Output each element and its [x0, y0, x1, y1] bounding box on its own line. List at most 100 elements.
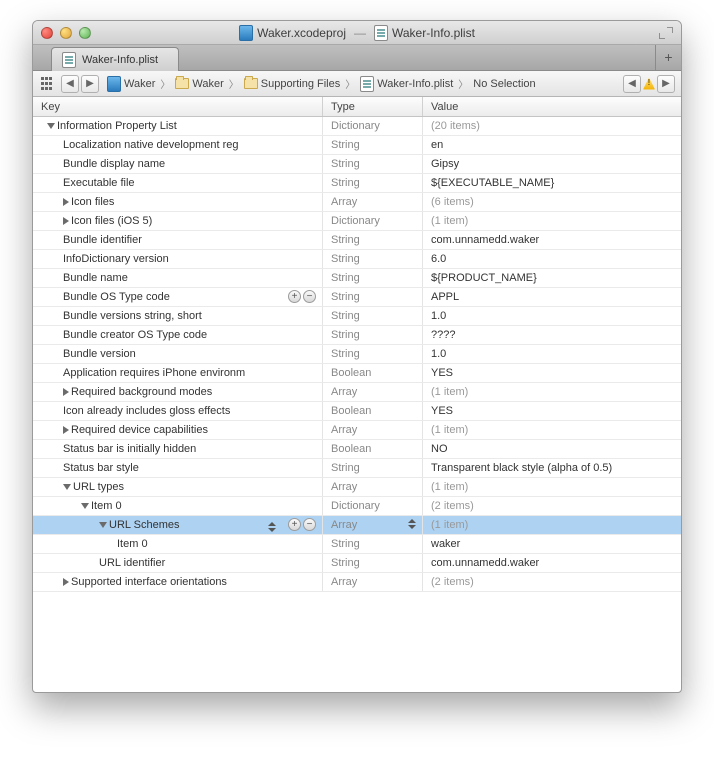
cell-value[interactable]: en — [423, 136, 681, 154]
table-row[interactable]: Information Property ListDictionary(20 i… — [33, 117, 681, 136]
cell-type[interactable]: String — [323, 554, 423, 572]
disclosure-right-icon[interactable] — [63, 198, 69, 206]
table-row[interactable]: Icon filesArray(6 items) — [33, 193, 681, 212]
cell-type[interactable]: Array — [323, 383, 423, 401]
cell-key[interactable]: Localization native development reg — [33, 136, 323, 154]
cell-type[interactable]: Array — [323, 193, 423, 211]
cell-type[interactable]: Array — [323, 573, 423, 591]
cell-value[interactable]: (1 item) — [423, 421, 681, 439]
crumb-folder[interactable]: Supporting Files — [240, 78, 345, 90]
cell-value[interactable]: NO — [423, 440, 681, 458]
close-icon[interactable] — [41, 27, 53, 39]
cell-type[interactable]: String — [323, 345, 423, 363]
cell-value[interactable]: (2 items) — [423, 497, 681, 515]
cell-value[interactable]: YES — [423, 364, 681, 382]
cell-value[interactable]: (2 items) — [423, 573, 681, 591]
column-header-key[interactable]: Key — [33, 97, 323, 116]
remove-row-button[interactable]: − — [303, 290, 316, 303]
cell-key[interactable]: Item 0 — [33, 535, 323, 553]
cell-key[interactable]: Status bar is initially hidden — [33, 440, 323, 458]
crumb-file[interactable]: Waker-Info.plist — [356, 76, 457, 92]
cell-type[interactable]: Boolean — [323, 364, 423, 382]
table-row[interactable]: Bundle display nameStringGipsy — [33, 155, 681, 174]
cell-value[interactable]: waker — [423, 535, 681, 553]
column-header-value[interactable]: Value — [423, 97, 681, 116]
cell-value[interactable]: (1 item) — [423, 383, 681, 401]
fullscreen-icon[interactable] — [659, 27, 673, 39]
cell-key[interactable]: Icon files (iOS 5) — [33, 212, 323, 230]
cell-value[interactable]: Transparent black style (alpha of 0.5) — [423, 459, 681, 477]
cell-type[interactable]: String — [323, 535, 423, 553]
table-row[interactable]: Executable fileString${EXECUTABLE_NAME} — [33, 174, 681, 193]
table-row[interactable]: Required device capabilitiesArray(1 item… — [33, 421, 681, 440]
cell-key[interactable]: Bundle identifier — [33, 231, 323, 249]
table-row[interactable]: Icon files (iOS 5)Dictionary(1 item) — [33, 212, 681, 231]
table-row[interactable]: Bundle OS Type code+−StringAPPL — [33, 288, 681, 307]
nav-next-issue-button[interactable]: ▶ — [657, 75, 675, 93]
disclosure-down-icon[interactable] — [47, 123, 55, 129]
cell-key[interactable]: Icon files — [33, 193, 323, 211]
cell-type[interactable]: Dictionary — [323, 117, 423, 135]
table-row[interactable]: Status bar styleStringTransparent black … — [33, 459, 681, 478]
table-row[interactable]: Application requires iPhone environmBool… — [33, 364, 681, 383]
cell-type[interactable]: String — [323, 174, 423, 192]
cell-key[interactable]: URL Schemes+− — [33, 516, 323, 534]
disclosure-right-icon[interactable] — [63, 388, 69, 396]
add-row-button[interactable]: + — [288, 290, 301, 303]
cell-type[interactable]: String — [323, 326, 423, 344]
titlebar[interactable]: Waker.xcodeproj — Waker-Info.plist — [33, 21, 681, 45]
cell-value[interactable]: (1 item) — [423, 212, 681, 230]
table-row[interactable]: Item 0Dictionary(2 items) — [33, 497, 681, 516]
cell-key[interactable]: Icon already includes gloss effects — [33, 402, 323, 420]
cell-type[interactable]: Dictionary — [323, 212, 423, 230]
table-row[interactable]: Bundle identifierStringcom.unnamedd.wake… — [33, 231, 681, 250]
cell-value[interactable]: ${PRODUCT_NAME} — [423, 269, 681, 287]
table-row[interactable]: Localization native development regStrin… — [33, 136, 681, 155]
table-row[interactable]: InfoDictionary versionString6.0 — [33, 250, 681, 269]
zoom-icon[interactable] — [79, 27, 91, 39]
related-items-icon[interactable] — [39, 75, 57, 93]
table-row[interactable]: Status bar is initially hiddenBooleanNO — [33, 440, 681, 459]
cell-key[interactable]: Status bar style — [33, 459, 323, 477]
cell-value[interactable]: (20 items) — [423, 117, 681, 135]
cell-value[interactable]: (6 items) — [423, 193, 681, 211]
nav-back-button[interactable]: ◀ — [61, 75, 79, 93]
cell-key[interactable]: Application requires iPhone environm — [33, 364, 323, 382]
crumb-folder[interactable]: Waker — [171, 78, 227, 90]
cell-key[interactable]: URL types — [33, 478, 323, 496]
cell-key[interactable]: InfoDictionary version — [33, 250, 323, 268]
cell-value[interactable]: 6.0 — [423, 250, 681, 268]
type-stepper[interactable] — [408, 519, 416, 529]
cell-value[interactable]: com.unnamedd.waker — [423, 231, 681, 249]
cell-value[interactable]: 1.0 — [423, 345, 681, 363]
cell-key[interactable]: Required background modes — [33, 383, 323, 401]
cell-type[interactable]: Dictionary — [323, 497, 423, 515]
cell-type[interactable]: Boolean — [323, 402, 423, 420]
table-row[interactable]: Bundle versions string, shortString1.0 — [33, 307, 681, 326]
nav-forward-button[interactable]: ▶ — [81, 75, 99, 93]
disclosure-right-icon[interactable] — [63, 578, 69, 586]
remove-row-button[interactable]: − — [303, 518, 316, 531]
add-row-button[interactable]: + — [288, 518, 301, 531]
cell-key[interactable]: URL identifier — [33, 554, 323, 572]
cell-value[interactable]: com.unnamedd.waker — [423, 554, 681, 572]
cell-value[interactable]: Gipsy — [423, 155, 681, 173]
disclosure-down-icon[interactable] — [81, 503, 89, 509]
cell-type[interactable]: Array — [323, 516, 423, 534]
table-row[interactable]: Required background modesArray(1 item) — [33, 383, 681, 402]
cell-type[interactable]: String — [323, 250, 423, 268]
cell-key[interactable]: Information Property List — [33, 117, 323, 135]
cell-key[interactable]: Required device capabilities — [33, 421, 323, 439]
cell-value[interactable]: YES — [423, 402, 681, 420]
table-row[interactable]: Bundle nameString${PRODUCT_NAME} — [33, 269, 681, 288]
cell-type[interactable]: Array — [323, 478, 423, 496]
table-row[interactable]: URL Schemes+−Array(1 item) — [33, 516, 681, 535]
cell-key[interactable]: Executable file — [33, 174, 323, 192]
cell-type[interactable]: String — [323, 307, 423, 325]
cell-key[interactable]: Item 0 — [33, 497, 323, 515]
nav-prev-issue-button[interactable]: ◀ — [623, 75, 641, 93]
table-row[interactable]: Supported interface orientationsArray(2 … — [33, 573, 681, 592]
crumb-selection[interactable]: No Selection — [469, 78, 539, 90]
column-header-type[interactable]: Type — [323, 97, 423, 116]
cell-value[interactable]: (1 item) — [423, 516, 681, 534]
